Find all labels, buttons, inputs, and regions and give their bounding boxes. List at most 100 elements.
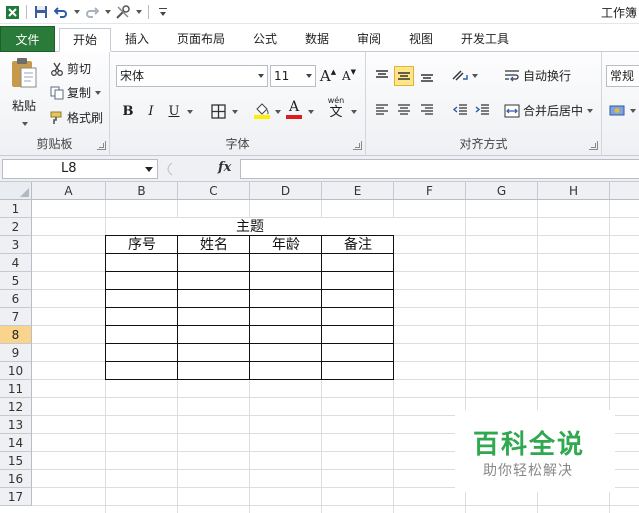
borders-dropdown-icon[interactable] xyxy=(232,110,238,114)
formula-bar-splitter[interactable] xyxy=(162,162,212,176)
column-header-c[interactable]: C xyxy=(178,182,250,200)
italic-button[interactable]: I xyxy=(141,101,161,121)
font-size-combo[interactable]: 11 xyxy=(270,65,316,87)
align-center-icon xyxy=(398,104,410,115)
row-header-17[interactable]: 17 xyxy=(0,488,32,506)
align-middle-button[interactable] xyxy=(394,66,414,86)
undo-dropdown-icon[interactable] xyxy=(74,10,80,14)
borders-button[interactable] xyxy=(208,101,228,121)
underline-dropdown-icon[interactable] xyxy=(187,110,193,114)
merge-center-dropdown-icon[interactable] xyxy=(587,108,594,113)
redo-dropdown-icon[interactable] xyxy=(105,10,111,14)
number-format-combo[interactable]: 常规 xyxy=(606,65,639,87)
merge-center-button[interactable]: 合并后居中 xyxy=(504,102,594,119)
header-cell-remark[interactable]: 备注 xyxy=(322,236,394,254)
bold-button[interactable]: B xyxy=(118,101,138,121)
fill-color-button[interactable] xyxy=(252,100,272,120)
row-header-1[interactable]: 1 xyxy=(0,200,32,218)
excel-logo-icon xyxy=(4,4,20,20)
font-color-dropdown-icon[interactable] xyxy=(308,110,314,114)
row-header-5[interactable]: 5 xyxy=(0,272,32,290)
copy-icon xyxy=(50,86,64,99)
font-size-dropdown-icon[interactable] xyxy=(306,74,312,78)
row-header-8[interactable]: 8 xyxy=(0,326,32,344)
tab-file[interactable]: 文件 xyxy=(0,26,55,52)
font-name-dropdown-icon[interactable] xyxy=(258,74,264,78)
shrink-font-button[interactable]: A ▼ xyxy=(339,66,359,86)
header-cell-index[interactable]: 序号 xyxy=(106,236,178,254)
save-icon[interactable] xyxy=(33,4,49,20)
paste-button[interactable]: 粘贴 xyxy=(6,56,42,126)
insert-function-icon[interactable]: fx xyxy=(218,160,231,175)
phonetic-dropdown-icon[interactable] xyxy=(351,110,357,114)
column-header-h[interactable]: H xyxy=(538,182,610,200)
redo-icon[interactable] xyxy=(84,4,100,20)
row-header-16[interactable]: 16 xyxy=(0,470,32,488)
row-header-14[interactable]: 14 xyxy=(0,434,32,452)
cut-button[interactable]: 剪切 xyxy=(50,60,91,77)
decrease-indent-button[interactable] xyxy=(450,100,470,120)
tab-insert[interactable]: 插入 xyxy=(114,28,160,52)
accounting-dropdown-icon[interactable] xyxy=(630,109,636,113)
font-color-button[interactable]: A xyxy=(284,99,304,119)
row-header-11[interactable]: 11 xyxy=(0,380,32,398)
align-center-button[interactable] xyxy=(394,100,414,120)
column-header-d[interactable]: D xyxy=(250,182,322,200)
font-name-combo[interactable]: 宋体 xyxy=(116,65,268,87)
tab-formulas[interactable]: 公式 xyxy=(242,28,288,52)
row-header-4[interactable]: 4 xyxy=(0,254,32,272)
row-header-12[interactable]: 12 xyxy=(0,398,32,416)
format-painter-button[interactable]: 格式刷 xyxy=(50,109,103,126)
select-all-corner[interactable] xyxy=(0,182,32,200)
row-header-3[interactable]: 3 xyxy=(0,236,32,254)
column-header-e[interactable]: E xyxy=(322,182,394,200)
name-box[interactable]: L8 xyxy=(2,159,158,179)
tab-home[interactable]: 开始 xyxy=(59,28,111,52)
tab-developer[interactable]: 开发工具 xyxy=(452,28,518,52)
copy-dropdown-icon[interactable] xyxy=(95,90,102,95)
tab-data[interactable]: 数据 xyxy=(294,28,340,52)
increase-indent-button[interactable] xyxy=(472,100,492,120)
row-header-7[interactable]: 7 xyxy=(0,308,32,326)
column-header-b[interactable]: B xyxy=(106,182,178,200)
align-right-button[interactable] xyxy=(417,100,437,120)
formula-input[interactable] xyxy=(240,159,639,179)
align-left-button[interactable] xyxy=(372,100,392,120)
copy-button[interactable]: 复制 xyxy=(50,84,102,101)
row-header-13[interactable]: 13 xyxy=(0,416,32,434)
grow-font-button[interactable]: A ▲ xyxy=(318,66,338,86)
tab-review[interactable]: 审阅 xyxy=(346,28,392,52)
fill-color-dropdown-icon[interactable] xyxy=(275,110,281,114)
name-box-dropdown-icon[interactable] xyxy=(145,167,153,172)
column-header-i[interactable] xyxy=(610,182,639,200)
paste-dropdown-icon[interactable] xyxy=(21,122,28,126)
tools-dropdown-icon[interactable] xyxy=(136,10,142,14)
customize-qat-icon[interactable] xyxy=(155,4,171,20)
clipboard-launcher-icon[interactable] xyxy=(97,141,106,150)
tab-view[interactable]: 视图 xyxy=(398,28,444,52)
column-header-f[interactable]: F xyxy=(394,182,466,200)
column-header-g[interactable]: G xyxy=(466,182,538,200)
table-title-cell[interactable]: 主题 xyxy=(106,218,394,236)
orientation-dropdown-icon[interactable] xyxy=(472,74,478,78)
row-header-9[interactable]: 9 xyxy=(0,344,32,362)
row-header-10[interactable]: 10 xyxy=(0,362,32,380)
row-header-6[interactable]: 6 xyxy=(0,290,32,308)
font-launcher-icon[interactable] xyxy=(353,141,362,150)
row-header-15[interactable]: 15 xyxy=(0,452,32,470)
orientation-button[interactable] xyxy=(450,66,470,86)
underline-button[interactable]: U xyxy=(164,101,184,121)
accounting-format-button[interactable] xyxy=(608,100,628,120)
phonetic-button[interactable]: wén 文 xyxy=(326,96,346,120)
undo-icon[interactable] xyxy=(53,4,69,20)
wrap-text-button[interactable]: 自动换行 xyxy=(504,67,571,84)
header-cell-age[interactable]: 年龄 xyxy=(250,236,322,254)
align-bottom-button[interactable] xyxy=(417,66,437,86)
header-cell-name[interactable]: 姓名 xyxy=(178,236,250,254)
alignment-launcher-icon[interactable] xyxy=(589,141,598,150)
row-header-2[interactable]: 2 xyxy=(0,218,32,236)
tab-page-layout[interactable]: 页面布局 xyxy=(166,28,236,52)
tools-icon[interactable] xyxy=(115,4,131,20)
align-top-button[interactable] xyxy=(372,66,392,86)
column-header-a[interactable]: A xyxy=(32,182,106,200)
